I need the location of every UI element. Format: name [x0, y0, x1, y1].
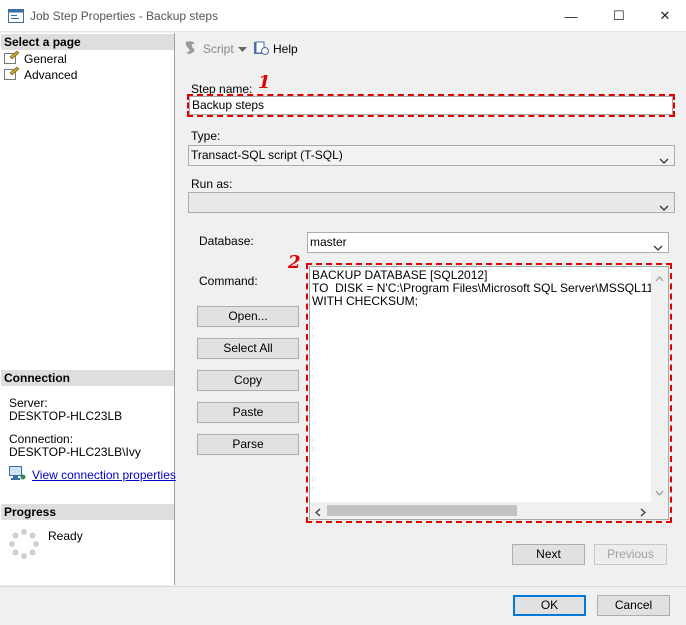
select-all-button[interactable]: Select All [197, 338, 299, 359]
page-item-label: General [24, 52, 67, 66]
parse-button[interactable]: Parse [197, 434, 299, 455]
page-item-label: Advanced [24, 68, 78, 82]
page-item-advanced[interactable]: Advanced [4, 66, 78, 83]
connection-label: Connection: [9, 432, 74, 446]
type-select[interactable]: Transact-SQL script (T-SQL) [188, 145, 675, 166]
connection-properties-icon [9, 466, 26, 484]
progress-spinner-icon [8, 528, 40, 563]
script-icon [183, 40, 199, 59]
type-label: Type: [191, 129, 221, 143]
run-as-select[interactable] [188, 192, 675, 213]
chevron-down-icon [659, 152, 669, 171]
minimize-icon: — [564, 8, 578, 24]
script-button[interactable]: Script [183, 40, 247, 58]
database-value: master [310, 235, 347, 249]
minimize-button[interactable]: — [548, 0, 594, 32]
help-label: Help [273, 42, 298, 56]
step-name-input[interactable]: Backup steps [189, 96, 673, 115]
command-label: Command: [199, 274, 258, 288]
annotation-box-2 [306, 263, 672, 523]
database-label: Database: [199, 234, 254, 248]
ok-button[interactable]: OK [513, 595, 586, 616]
help-button[interactable]: Help [253, 40, 298, 58]
connection-value: DESKTOP-HLC23LB\Ivy [9, 445, 141, 459]
dropdown-arrow-icon [237, 42, 247, 56]
copy-button[interactable]: Copy [197, 370, 299, 391]
cancel-button[interactable]: Cancel [597, 595, 670, 616]
wrench-page-icon [4, 50, 20, 67]
close-icon: ✕ [659, 8, 671, 23]
script-label: Script [203, 42, 234, 56]
annotation-marker-1: 1 [258, 72, 271, 93]
annotation-marker-2: 2 [288, 252, 301, 273]
connection-header: Connection [1, 370, 174, 386]
maximize-icon: ☐ [613, 8, 625, 23]
chevron-down-icon [653, 239, 663, 258]
open-button[interactable]: Open... [197, 306, 299, 327]
select-page-header: Select a page [1, 34, 174, 50]
close-button[interactable]: ✕ [642, 0, 686, 32]
progress-header: Progress [1, 504, 174, 520]
page-item-general[interactable]: General [4, 50, 67, 67]
next-button[interactable]: Next [512, 544, 585, 565]
maximize-button[interactable]: ☐ [596, 0, 642, 32]
window-title: Job Step Properties - Backup steps [30, 9, 219, 23]
view-connection-properties-link[interactable]: View connection properties [32, 468, 176, 482]
help-book-icon [253, 40, 269, 59]
app-icon [8, 9, 24, 23]
type-value: Transact-SQL script (T-SQL) [191, 148, 343, 162]
server-label: Server: [9, 396, 48, 410]
wrench-page-icon [4, 66, 20, 83]
chevron-down-icon [659, 199, 669, 218]
progress-status: Ready [48, 529, 83, 543]
previous-button[interactable]: Previous [594, 544, 667, 565]
title-bar: Job Step Properties - Backup steps — ☐ ✕ [0, 0, 686, 32]
run-as-label: Run as: [191, 177, 233, 191]
paste-button[interactable]: Paste [197, 402, 299, 423]
database-select[interactable]: master [307, 232, 669, 253]
left-panel [0, 33, 175, 585]
server-value: DESKTOP-HLC23LB [9, 409, 123, 423]
